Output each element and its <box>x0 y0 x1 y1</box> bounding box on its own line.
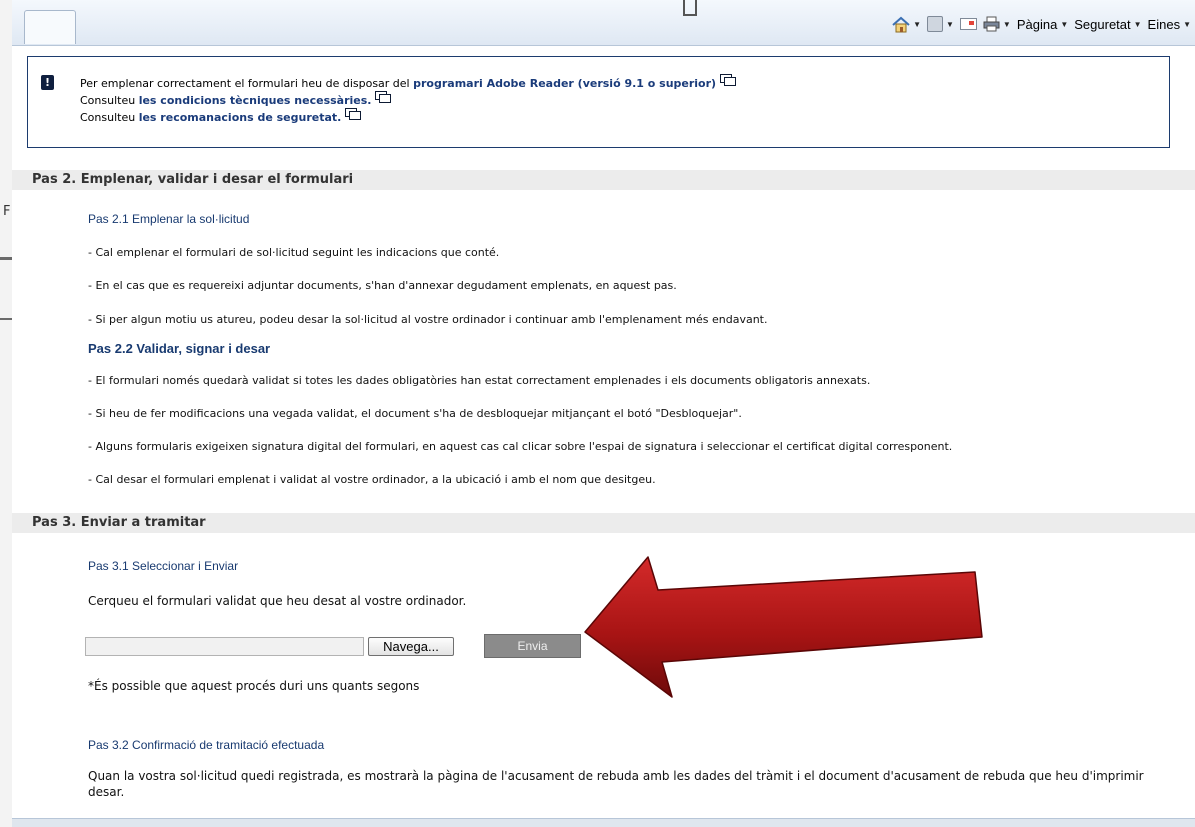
browser-status-bar <box>12 818 1195 827</box>
requirements-text: Per emplenar correctament el formulari h… <box>80 74 737 125</box>
chevron-down-icon: ▼ <box>1133 19 1142 29</box>
instruction-item: - Si per algun motiu us atureu, podeu de… <box>88 313 768 326</box>
new-window-icon <box>345 108 362 120</box>
chevron-down-icon[interactable]: ▼ <box>1003 20 1011 29</box>
page-menu[interactable]: Pàgina ▼ <box>1017 17 1068 32</box>
instruction-item: - Cal emplenar el formulari de sol·licit… <box>88 246 500 259</box>
instruction-item: - Si heu de fer modificacions una vegada… <box>88 407 742 420</box>
arrow-shape <box>584 556 983 698</box>
processing-note: *És possible que aquest procés duri uns … <box>88 679 420 693</box>
technical-conditions-link[interactable]: les condicions tècniques necessàries. <box>139 94 372 107</box>
file-path-input[interactable] <box>85 637 364 656</box>
feed-icon <box>927 16 943 32</box>
step2-header: Pas 2. Emplenar, validar i desar el form… <box>12 170 1195 190</box>
background-divider <box>0 318 12 320</box>
background-fragment-letter: F <box>3 204 11 219</box>
chevron-down-icon: ▼ <box>1060 19 1069 29</box>
info-text: Per emplenar correctament el formulari h… <box>80 77 414 90</box>
instruction-item: - En el cas que es requereixi adjuntar d… <box>88 279 677 292</box>
step3-1-title: Pas 3.1 Seleccionar i Enviar <box>88 559 239 573</box>
print-button[interactable]: ▼ <box>983 16 1011 32</box>
adobe-reader-link[interactable]: programari Adobe Reader (versió 9.1 o su… <box>413 77 716 90</box>
background-divider <box>0 257 12 260</box>
step2-1-title: Pas 2.1 Emplenar la sol·licitud <box>88 212 250 226</box>
warning-icon: ! <box>41 75 54 90</box>
mail-button[interactable] <box>959 18 977 30</box>
confirmation-text: desar. <box>88 785 125 799</box>
chevron-down-icon[interactable]: ▼ <box>946 20 954 29</box>
instruction-item: - Cal desar el formulari emplenat i vali… <box>88 473 656 486</box>
home-button[interactable]: ▼ <box>892 16 921 33</box>
window-grip <box>683 0 697 16</box>
background-window-fragment: F <box>0 0 12 827</box>
step3-2-title: Pas 3.2 Confirmació de tramitació efectu… <box>88 738 325 752</box>
confirmation-text: Quan la vostra sol·licitud quedi registr… <box>88 769 1144 783</box>
info-line: Consulteu les recomanacions de seguretat… <box>80 108 734 125</box>
step3-header: Pas 3. Enviar a tramitar <box>12 513 1195 533</box>
chevron-down-icon[interactable]: ▼ <box>913 20 921 29</box>
info-line: Consulteu les condicions tècniques neces… <box>80 91 734 108</box>
instruction-item: - El formulari només quedarà validat si … <box>88 374 871 387</box>
new-window-icon <box>375 91 392 103</box>
print-icon <box>983 16 1000 32</box>
step2-2-title: Pas 2.2 Validar, signar i desar <box>88 341 271 356</box>
security-menu-label: Seguretat <box>1074 16 1131 32</box>
page-menu-label: Pàgina <box>1016 16 1058 32</box>
info-text: Consulteu <box>80 111 139 124</box>
send-button[interactable]: Envia <box>484 634 581 658</box>
home-icon <box>892 16 910 33</box>
instruction-item: - Alguns formularis exigeixen signatura … <box>88 440 953 453</box>
feeds-button[interactable]: ▼ <box>927 16 954 32</box>
tools-menu-label: Eines <box>1147 16 1181 32</box>
browser-command-bar: ▼ ▼ ▼ Pàgina ▼ Seguretat ▼ Eines ▼ <box>12 0 1195 46</box>
info-text: Consulteu <box>80 94 139 107</box>
security-recommendations-link[interactable]: les recomanacions de seguretat. <box>139 111 342 124</box>
command-bar-tools: ▼ ▼ ▼ Pàgina ▼ Seguretat ▼ Eines ▼ <box>892 12 1191 36</box>
browse-button[interactable]: Navega... <box>368 637 454 656</box>
mail-icon <box>959 18 977 30</box>
new-window-icon <box>720 74 737 86</box>
tools-menu[interactable]: Eines ▼ <box>1148 17 1191 32</box>
browser-tab[interactable] <box>24 10 76 44</box>
red-arrow-annotation <box>584 556 983 698</box>
requirements-info-box: ! Per emplenar correctament el formulari… <box>27 56 1170 148</box>
security-menu[interactable]: Seguretat ▼ <box>1074 17 1141 32</box>
chevron-down-icon: ▼ <box>1183 19 1191 29</box>
info-line: Per emplenar correctament el formulari h… <box>80 74 737 91</box>
select-instruction: Cerqueu el formulari validat que heu des… <box>88 594 467 608</box>
